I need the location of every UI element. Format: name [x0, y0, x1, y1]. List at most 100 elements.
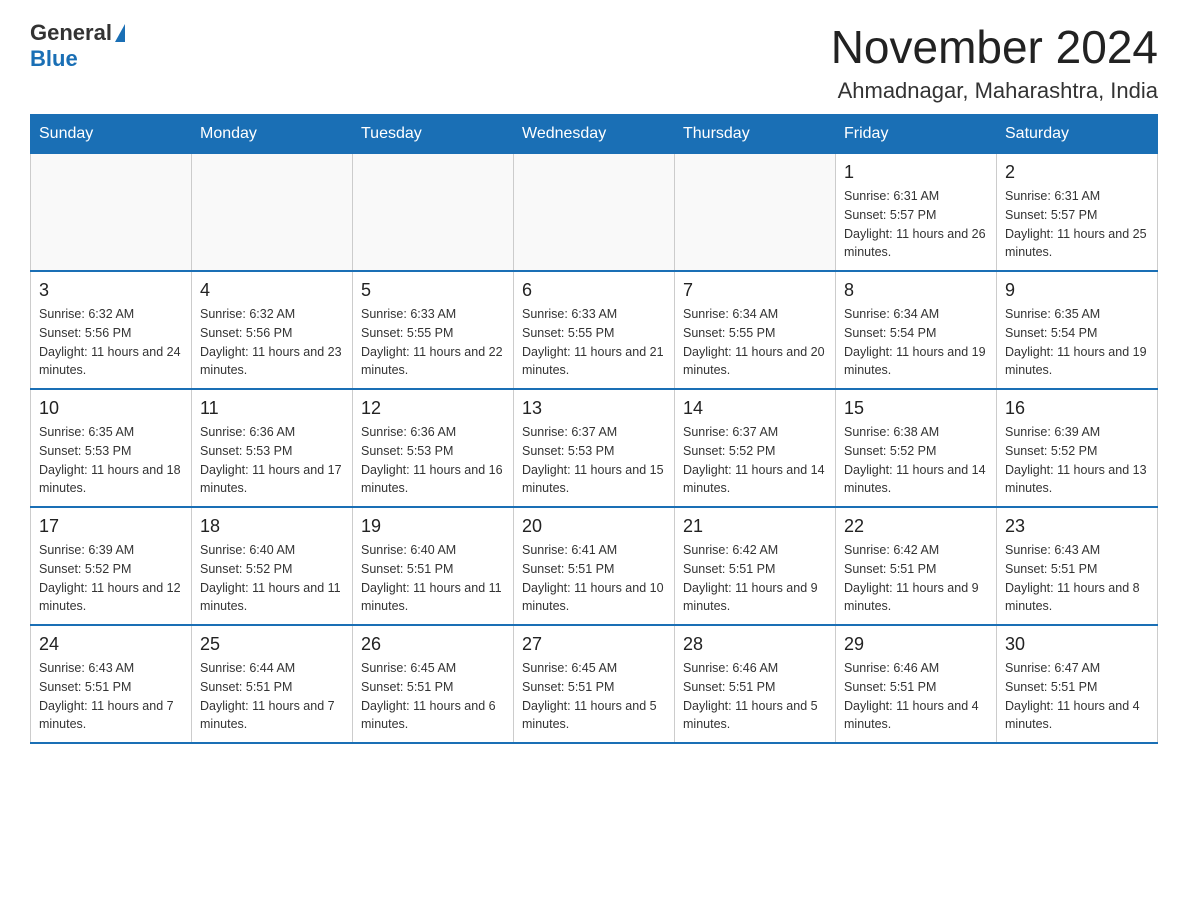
day-number: 13: [522, 398, 666, 419]
day-number: 28: [683, 634, 827, 655]
day-number: 12: [361, 398, 505, 419]
calendar-cell: [514, 154, 675, 272]
day-number: 17: [39, 516, 183, 537]
calendar-cell: 7 Sunrise: 6:34 AM Sunset: 5:55 PM Daylig…: [675, 271, 836, 389]
day-of-week-header: Tuesday: [353, 115, 514, 154]
day-number: 9: [1005, 280, 1149, 301]
day-number: 24: [39, 634, 183, 655]
calendar-cell: 19Sunrise: 6:40 AM Sunset: 5:51 PM Dayli…: [353, 507, 514, 625]
day-number: 19: [361, 516, 505, 537]
logo-arrow-icon: [115, 24, 125, 42]
logo: General Blue: [30, 20, 125, 72]
page-header: General Blue November 2024 Ahmadnagar, M…: [30, 20, 1158, 104]
calendar-week-row: 17Sunrise: 6:39 AM Sunset: 5:52 PM Dayli…: [31, 507, 1158, 625]
day-info: Sunrise: 6:38 AM Sunset: 5:52 PM Dayligh…: [844, 423, 988, 498]
day-info: Sunrise: 6:33 AM Sunset: 5:55 PM Dayligh…: [361, 305, 505, 380]
day-info: Sunrise: 6:43 AM Sunset: 5:51 PM Dayligh…: [39, 659, 183, 734]
day-number: 20: [522, 516, 666, 537]
calendar-cell: 20 Sunrise: 6:41 AM Sunset: 5:51 PM Dayli…: [514, 507, 675, 625]
day-number: 2: [1005, 162, 1149, 183]
day-info: Sunrise: 6:41 AM Sunset: 5:51 PM Dayligh…: [522, 541, 666, 616]
day-info: Sunrise: 6:47 AM Sunset: 5:51 PM Dayligh…: [1005, 659, 1149, 734]
calendar-cell: 2 Sunrise: 6:31 AM Sunset: 5:57 PM Daylig…: [997, 154, 1158, 272]
day-info: Sunrise: 6:32 AM Sunset: 5:56 PM Dayligh…: [200, 305, 344, 380]
calendar-cell: 5 Sunrise: 6:33 AM Sunset: 5:55 PM Daylig…: [353, 271, 514, 389]
logo-general-text: General: [30, 20, 112, 46]
day-of-week-header: Monday: [192, 115, 353, 154]
calendar-cell: 10 Sunrise: 6:35 AM Sunset: 5:53 PM Dayli…: [31, 389, 192, 507]
day-number: 8: [844, 280, 988, 301]
day-info: Sunrise: 6:44 AM Sunset: 5:51 PM Dayligh…: [200, 659, 344, 734]
calendar-cell: 24 Sunrise: 6:43 AM Sunset: 5:51 PM Dayli…: [31, 625, 192, 743]
logo-blue-text: Blue: [30, 46, 78, 72]
day-number: 11: [200, 398, 344, 419]
calendar-week-row: 10 Sunrise: 6:35 AM Sunset: 5:53 PM Dayli…: [31, 389, 1158, 507]
day-number: 29: [844, 634, 988, 655]
day-info: Sunrise: 6:34 AM Sunset: 5:54 PM Dayligh…: [844, 305, 988, 380]
calendar-cell: 16 Sunrise: 6:39 AM Sunset: 5:52 PM Dayli…: [997, 389, 1158, 507]
day-info: Sunrise: 6:39 AM Sunset: 5:52 PM Dayligh…: [1005, 423, 1149, 498]
calendar-cell: 27Sunrise: 6:45 AM Sunset: 5:51 PM Dayli…: [514, 625, 675, 743]
calendar-header-row: SundayMondayTuesdayWednesdayThursdayFrid…: [31, 115, 1158, 154]
calendar-cell: 11 Sunrise: 6:36 AM Sunset: 5:53 PM Dayli…: [192, 389, 353, 507]
day-number: 5: [361, 280, 505, 301]
day-info: Sunrise: 6:36 AM Sunset: 5:53 PM Dayligh…: [361, 423, 505, 498]
day-info: Sunrise: 6:31 AM Sunset: 5:57 PM Dayligh…: [844, 187, 988, 262]
day-info: Sunrise: 6:37 AM Sunset: 5:52 PM Dayligh…: [683, 423, 827, 498]
day-number: 18: [200, 516, 344, 537]
calendar-week-row: 3 Sunrise: 6:32 AM Sunset: 5:56 PM Daylig…: [31, 271, 1158, 389]
day-info: Sunrise: 6:37 AM Sunset: 5:53 PM Dayligh…: [522, 423, 666, 498]
day-number: 26: [361, 634, 505, 655]
calendar-cell: 13 Sunrise: 6:37 AM Sunset: 5:53 PM Dayli…: [514, 389, 675, 507]
calendar-cell: [192, 154, 353, 272]
calendar-cell: 6 Sunrise: 6:33 AM Sunset: 5:55 PM Daylig…: [514, 271, 675, 389]
calendar-cell: 28Sunrise: 6:46 AM Sunset: 5:51 PM Dayli…: [675, 625, 836, 743]
calendar-cell: 14Sunrise: 6:37 AM Sunset: 5:52 PM Dayli…: [675, 389, 836, 507]
day-info: Sunrise: 6:45 AM Sunset: 5:51 PM Dayligh…: [361, 659, 505, 734]
calendar-table: SundayMondayTuesdayWednesdayThursdayFrid…: [30, 114, 1158, 744]
day-info: Sunrise: 6:35 AM Sunset: 5:54 PM Dayligh…: [1005, 305, 1149, 380]
calendar-cell: 25Sunrise: 6:44 AM Sunset: 5:51 PM Dayli…: [192, 625, 353, 743]
calendar-cell: 3Sunrise: 6:32 AM Sunset: 5:56 PM Daylig…: [31, 271, 192, 389]
calendar-cell: 1 Sunrise: 6:31 AM Sunset: 5:57 PM Daylig…: [836, 154, 997, 272]
calendar-cell: 4Sunrise: 6:32 AM Sunset: 5:56 PM Daylig…: [192, 271, 353, 389]
day-number: 21: [683, 516, 827, 537]
calendar-cell: 30Sunrise: 6:47 AM Sunset: 5:51 PM Dayli…: [997, 625, 1158, 743]
day-number: 23: [1005, 516, 1149, 537]
day-info: Sunrise: 6:35 AM Sunset: 5:53 PM Dayligh…: [39, 423, 183, 498]
day-number: 22: [844, 516, 988, 537]
day-number: 3: [39, 280, 183, 301]
day-of-week-header: Thursday: [675, 115, 836, 154]
day-info: Sunrise: 6:31 AM Sunset: 5:57 PM Dayligh…: [1005, 187, 1149, 262]
calendar-cell: [353, 154, 514, 272]
day-number: 10: [39, 398, 183, 419]
month-title: November 2024: [831, 20, 1158, 74]
day-number: 7: [683, 280, 827, 301]
day-info: Sunrise: 6:33 AM Sunset: 5:55 PM Dayligh…: [522, 305, 666, 380]
day-of-week-header: Sunday: [31, 115, 192, 154]
calendar-cell: 21 Sunrise: 6:42 AM Sunset: 5:51 PM Dayli…: [675, 507, 836, 625]
day-of-week-header: Wednesday: [514, 115, 675, 154]
calendar-cell: 17Sunrise: 6:39 AM Sunset: 5:52 PM Dayli…: [31, 507, 192, 625]
day-info: Sunrise: 6:34 AM Sunset: 5:55 PM Dayligh…: [683, 305, 827, 380]
day-number: 16: [1005, 398, 1149, 419]
calendar-cell: 9 Sunrise: 6:35 AM Sunset: 5:54 PM Daylig…: [997, 271, 1158, 389]
day-info: Sunrise: 6:36 AM Sunset: 5:53 PM Dayligh…: [200, 423, 344, 498]
calendar-cell: 8 Sunrise: 6:34 AM Sunset: 5:54 PM Daylig…: [836, 271, 997, 389]
day-info: Sunrise: 6:42 AM Sunset: 5:51 PM Dayligh…: [683, 541, 827, 616]
day-info: Sunrise: 6:46 AM Sunset: 5:51 PM Dayligh…: [844, 659, 988, 734]
calendar-cell: [31, 154, 192, 272]
calendar-cell: 29 Sunrise: 6:46 AM Sunset: 5:51 PM Dayli…: [836, 625, 997, 743]
calendar-week-row: 24 Sunrise: 6:43 AM Sunset: 5:51 PM Dayli…: [31, 625, 1158, 743]
calendar-cell: 23 Sunrise: 6:43 AM Sunset: 5:51 PM Dayli…: [997, 507, 1158, 625]
calendar-week-row: 1 Sunrise: 6:31 AM Sunset: 5:57 PM Daylig…: [31, 154, 1158, 272]
day-number: 6: [522, 280, 666, 301]
calendar-cell: [675, 154, 836, 272]
calendar-cell: 22Sunrise: 6:42 AM Sunset: 5:51 PM Dayli…: [836, 507, 997, 625]
day-info: Sunrise: 6:43 AM Sunset: 5:51 PM Dayligh…: [1005, 541, 1149, 616]
day-info: Sunrise: 6:40 AM Sunset: 5:52 PM Dayligh…: [200, 541, 344, 616]
day-number: 15: [844, 398, 988, 419]
day-number: 1: [844, 162, 988, 183]
location-title: Ahmadnagar, Maharashtra, India: [831, 78, 1158, 104]
calendar-cell: 18 Sunrise: 6:40 AM Sunset: 5:52 PM Dayli…: [192, 507, 353, 625]
